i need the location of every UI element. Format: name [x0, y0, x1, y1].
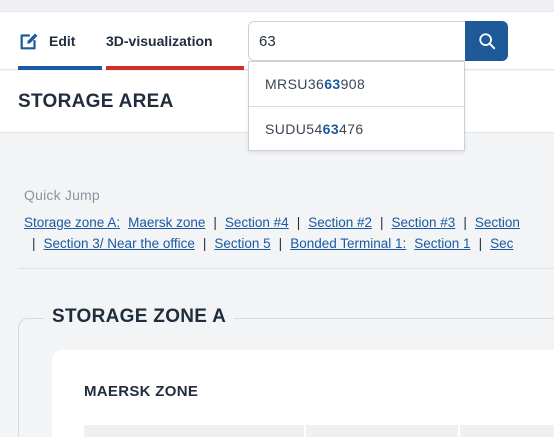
quick-jump-link[interactable]: Section 5	[214, 236, 270, 251]
suggestion-item[interactable]: SUDU54 63 476	[249, 106, 464, 150]
quick-jump-zone-storage-a[interactable]: Storage zone A:	[24, 215, 120, 230]
section-tile[interactable]	[460, 425, 554, 437]
section-tile[interactable]	[84, 425, 304, 437]
separator: |	[213, 215, 217, 230]
quick-jump-link[interactable]: Section 1	[414, 236, 470, 251]
tab-edit[interactable]: Edit	[18, 12, 102, 70]
top-strip	[0, 0, 554, 12]
suggestion-prefix: MRSU36	[265, 76, 325, 92]
separator: |	[478, 236, 483, 251]
edit-icon	[20, 33, 38, 50]
suggestion-item[interactable]: MRSU36 63 908	[249, 62, 464, 106]
separator: |	[296, 215, 301, 230]
suggestion-match: 63	[322, 120, 340, 137]
zone-card-title: MAERSK ZONE	[84, 383, 199, 400]
search-icon	[478, 33, 495, 50]
search-suggestions: MRSU36 63 908 SUDU54 63 476	[248, 61, 465, 151]
quick-jump-link[interactable]: Section #2	[308, 215, 372, 230]
quick-jump-zone-bonded-1[interactable]: Bonded Terminal 1:	[290, 236, 406, 251]
section-tile[interactable]	[306, 425, 458, 437]
tab-3d-visualization[interactable]: 3D-visualization	[106, 12, 244, 70]
tab-edit-label: Edit	[49, 33, 76, 49]
storage-zone-title: STORAGE ZONE A	[44, 306, 235, 328]
separator: |	[463, 215, 467, 230]
separator: |	[278, 236, 283, 251]
separator: |	[202, 236, 207, 251]
separator: |	[380, 215, 384, 230]
tab-3d-visualization-label: 3D-visualization	[106, 33, 213, 49]
quick-jump-link[interactable]: Maersk zone	[128, 215, 205, 230]
quick-jump-link[interactable]: Section #3	[392, 215, 456, 230]
quick-jump-line-1: Storage zone A: Maersk zone | Section #4 | Se…	[24, 215, 520, 230]
search-button[interactable]	[465, 21, 508, 61]
quick-jump-line-2: | Section 3/ Near the office | Section 5 | Bo…	[32, 236, 513, 251]
suggestion-suffix: 908	[340, 76, 366, 92]
quick-jump-label: Quick Jump	[24, 187, 100, 203]
suggestion-suffix: 476	[339, 120, 364, 137]
quick-jump-link[interactable]: Section #4	[225, 215, 289, 230]
quick-jump-link[interactable]: Section	[475, 215, 520, 230]
quick-jump-link[interactable]: Sec	[490, 236, 513, 251]
search-input[interactable]	[248, 21, 465, 61]
separator: |	[32, 236, 36, 251]
divider	[18, 268, 554, 269]
page-title: STORAGE AREA	[18, 91, 174, 112]
suggestion-match: 63	[324, 76, 341, 92]
suggestion-prefix: SUDU54	[265, 120, 323, 137]
quick-jump-link[interactable]: Section 3/ Near the office	[44, 236, 195, 251]
